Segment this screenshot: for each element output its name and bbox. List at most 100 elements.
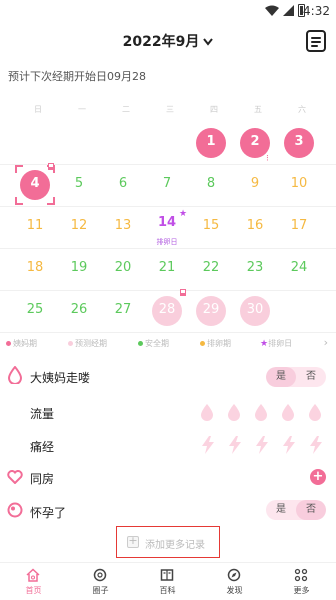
calendar-day[interactable]: 5 xyxy=(57,163,101,207)
weekday-label: 五 xyxy=(254,105,262,114)
day-number: 27 xyxy=(114,302,132,317)
calendar-day[interactable]: 9 xyxy=(233,163,277,207)
notes-icon[interactable] xyxy=(306,30,326,52)
day-number: 7 xyxy=(162,176,172,191)
calendar-day[interactable]: 19 xyxy=(57,247,101,291)
day-number: 29 xyxy=(202,302,220,317)
calendar-day[interactable]: 21 xyxy=(145,247,189,291)
calendar-day[interactable]: 25 xyxy=(13,289,57,333)
day-number: 18 xyxy=(26,260,44,275)
calendar-day[interactable]: 2 xyxy=(233,121,277,165)
pregnant-label: 怀孕了 xyxy=(30,506,67,520)
calendar-day[interactable]: 29 xyxy=(189,289,233,333)
day-number: 3 xyxy=(294,134,304,149)
calendar-day[interactable]: 12 xyxy=(57,205,101,249)
tab-discover[interactable]: 发现 xyxy=(201,563,268,600)
calendar-day[interactable]: 27 xyxy=(101,289,145,333)
sex-label: 同房 xyxy=(30,472,55,486)
day-number: 16 xyxy=(246,218,264,233)
droplet-icon[interactable] xyxy=(308,403,322,421)
period-ended-toggle[interactable]: 是 否 xyxy=(266,367,326,387)
book-icon xyxy=(160,569,174,581)
fetus-icon xyxy=(7,502,23,518)
calendar-day[interactable]: 23 xyxy=(233,247,277,291)
lightning-icon[interactable] xyxy=(200,436,216,454)
weekday-label: 日 xyxy=(34,105,42,114)
calendar-day[interactable]: 17 xyxy=(277,205,321,249)
month-selector[interactable]: 2022年9月 xyxy=(0,31,336,51)
wifi-icon xyxy=(265,5,279,16)
calendar-day[interactable]: 16 xyxy=(233,205,277,249)
yes-option[interactable]: 是 xyxy=(266,500,296,520)
no-option[interactable]: 否 xyxy=(296,500,326,520)
lightning-icon[interactable] xyxy=(281,436,297,454)
calendar-day[interactable]: 8 xyxy=(189,163,233,207)
lightning-icon[interactable] xyxy=(308,436,324,454)
compass-icon xyxy=(227,568,241,582)
droplet-icon[interactable] xyxy=(227,403,241,421)
calendar-day[interactable]: 30 xyxy=(233,289,277,333)
calendar-day[interactable]: 3 xyxy=(277,121,321,165)
yes-option[interactable]: 是 xyxy=(266,367,296,387)
flow-level-selector[interactable] xyxy=(200,403,324,423)
add-sex-record-button[interactable]: + xyxy=(310,469,326,485)
tab-more[interactable]: 更多 xyxy=(268,563,335,600)
legend-more-chevron-icon[interactable]: › xyxy=(324,336,328,349)
no-option[interactable]: 否 xyxy=(296,367,326,387)
day-number: 17 xyxy=(290,218,308,233)
add-more-records-button[interactable]: 添加更多记录 xyxy=(116,526,220,558)
calendar-week-row: 11 12 13 14 排卵日 15 16 17 ★ xyxy=(0,205,336,249)
pain-level-selector[interactable] xyxy=(200,436,324,456)
calendar-week-row: 25 26 27 28 29 30 xyxy=(0,289,336,333)
calendar-day[interactable]: 18 xyxy=(13,247,57,291)
calendar-day[interactable]: 22 xyxy=(189,247,233,291)
calendar-day[interactable]: 13 xyxy=(101,205,145,249)
legend-item: 姨妈期 xyxy=(6,338,37,349)
circle-icon xyxy=(93,568,107,582)
calendar-day[interactable]: 6 xyxy=(101,163,145,207)
calendar-day[interactable]: 26 xyxy=(57,289,101,333)
flag-icon xyxy=(180,289,186,296)
tab-label: 百科 xyxy=(159,586,176,595)
legend-item: 安全期 xyxy=(138,338,169,349)
day-number: 26 xyxy=(70,302,88,317)
droplet-icon[interactable] xyxy=(200,403,214,421)
tab-encyclopedia[interactable]: 百科 xyxy=(134,563,201,600)
tab-home[interactable]: 首页 xyxy=(0,563,67,600)
day-number: 1 xyxy=(206,134,216,149)
chevron-down-icon xyxy=(203,38,214,46)
calendar-day[interactable]: 11 xyxy=(13,205,57,249)
droplet-icon[interactable] xyxy=(281,403,295,421)
day-number: 20 xyxy=(114,260,132,275)
droplet-icon[interactable] xyxy=(254,403,268,421)
pain-label: 痛经 xyxy=(30,440,55,454)
day-number: 30 xyxy=(246,302,264,317)
tab-circle[interactable]: 圈子 xyxy=(67,563,134,600)
selected-day-frame xyxy=(15,165,55,205)
lightning-icon[interactable] xyxy=(227,436,243,454)
calendar-day[interactable]: 24 xyxy=(277,247,321,291)
calendar-day[interactable]: 15 xyxy=(189,205,233,249)
grid-icon xyxy=(294,568,308,582)
day-number: 19 xyxy=(70,260,88,275)
calendar-day[interactable]: 7 xyxy=(145,163,189,207)
pregnant-toggle[interactable]: 是 否 xyxy=(266,500,326,520)
weekday-label: 一 xyxy=(78,105,86,114)
calendar-day[interactable]: 20 xyxy=(101,247,145,291)
day-number: 23 xyxy=(246,260,264,275)
droplet-icon xyxy=(8,366,22,384)
calendar-day[interactable]: 10 xyxy=(277,163,321,207)
day-number: 13 xyxy=(114,218,132,233)
day-number: 15 xyxy=(202,218,220,233)
home-icon xyxy=(26,568,40,582)
weekday-label: 六 xyxy=(298,105,306,114)
tab-label: 更多 xyxy=(293,586,310,595)
flag-icon xyxy=(48,163,54,170)
day-number: 8 xyxy=(206,176,216,191)
lightning-icon[interactable] xyxy=(254,436,270,454)
tab-label: 圈子 xyxy=(92,586,109,595)
flow-label: 流量 xyxy=(30,407,55,421)
calendar-day[interactable]: 1 xyxy=(189,121,233,165)
day-number: 11 xyxy=(26,218,44,233)
day-number: 6 xyxy=(118,176,128,191)
